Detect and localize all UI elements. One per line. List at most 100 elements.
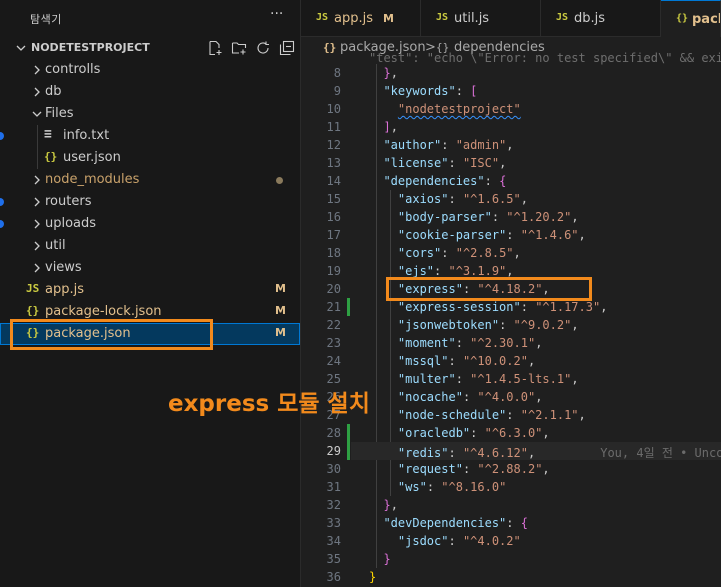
project-header[interactable]: NODETESTPROJECT <box>0 37 300 59</box>
tree-item-label: controlls <box>45 62 101 77</box>
code-line-text: "dependencies": { <box>383 174 507 188</box>
tree-item-label: uploads <box>45 216 97 231</box>
code-line-text: "devDependencies": { <box>383 516 528 530</box>
code-line-text: "jsonwebtoken": "^9.0.2", <box>397 318 579 332</box>
code-line-text: } <box>369 570 377 584</box>
code-line-text: "oracledb": "^6.3.0", <box>397 426 550 440</box>
line-number: 19 <box>326 264 341 278</box>
line-number: 17 <box>326 228 341 242</box>
code-editor[interactable]: "test": "echo \"Error: no test specified… <box>301 51 721 587</box>
chevron-right-icon <box>34 197 40 207</box>
tree-item-label: node_modules <box>45 172 140 187</box>
tree-item-label: user.json <box>63 150 121 165</box>
more-actions-icon[interactable]: ··· <box>270 6 283 22</box>
line-number: 23 <box>326 336 341 350</box>
tree-item-db[interactable]: db <box>0 81 300 103</box>
chevron-right-icon <box>34 175 40 185</box>
json-file-icon: {} <box>44 150 58 163</box>
json-file-icon: {} <box>676 13 689 24</box>
tree-item-user-json[interactable]: {} user.json <box>0 147 300 169</box>
line-number: 22 <box>326 318 341 332</box>
tab-app-js[interactable]: JS app.js M <box>301 0 421 37</box>
line-number: 33 <box>326 516 341 530</box>
code-line: 14 "dependencies": { <box>301 172 721 190</box>
tab-label: pack <box>692 12 720 27</box>
code-line-text: "node-schedule": "^2.1.1", <box>397 408 586 422</box>
line-number: 30 <box>326 462 341 476</box>
line-number: 12 <box>326 138 341 152</box>
line-number: 36 <box>326 570 341 584</box>
code-line: 22 "jsonwebtoken": "^9.0.2", <box>301 316 721 334</box>
code-line-text: "keywords": [ <box>383 84 478 98</box>
json-file-icon: {} <box>26 304 40 317</box>
tree-item-node-modules[interactable]: node_modules <box>0 169 300 191</box>
project-name: NODETESTPROJECT <box>31 41 150 54</box>
line-number: 28 <box>326 426 341 440</box>
tree-item-util[interactable]: util <box>0 235 300 257</box>
tab-label: util.js <box>454 11 490 26</box>
tree-item-uploads[interactable]: uploads <box>0 213 300 235</box>
new-folder-icon[interactable] <box>231 40 247 56</box>
line-number: 13 <box>326 156 341 170</box>
tree-item-info-txt[interactable]: ≡ info.txt <box>0 125 300 147</box>
tree-item-views[interactable]: views <box>0 257 300 279</box>
code-line-text: "body-parser": "^1.20.2", <box>397 210 579 224</box>
line-number: 24 <box>326 354 341 368</box>
code-line: 32 }, <box>301 496 721 514</box>
tree-item-label: util <box>45 238 66 253</box>
code-line: 18 "cors": "^2.8.5", <box>301 244 721 262</box>
tree-item-controlls[interactable]: controlls <box>0 59 300 81</box>
collapse-all-icon[interactable] <box>279 40 295 56</box>
text-file-icon: ≡ <box>44 127 52 142</box>
line-number: 8 <box>333 66 341 80</box>
tree-item-label: views <box>45 260 82 275</box>
code-line-text: "multer": "^1.4.5-lts.1", <box>397 372 579 386</box>
code-line-text: "test": "echo \"Error: no test specified… <box>369 51 721 65</box>
chevron-right-icon <box>34 219 40 229</box>
ignored-dot-icon <box>276 177 283 184</box>
code-line-text: "axios": "^1.6.5", <box>397 192 528 206</box>
tab-pack[interactable]: {}pack <box>661 0 721 37</box>
tree-item-label: app.js <box>45 282 84 297</box>
code-line-text: } <box>383 552 391 566</box>
code-line: 28 "oracledb": "^6.3.0", <box>301 424 721 442</box>
line-number: 20 <box>326 282 341 296</box>
code-line-text: "ws": "^8.16.0" <box>397 480 507 494</box>
code-line-text: "cookie-parser": "^1.4.6", <box>397 228 586 242</box>
chevron-right-icon <box>34 263 40 273</box>
code-line: 35 } <box>301 550 721 568</box>
code-line: 12 "author": "admin", <box>301 136 721 154</box>
line-number: 15 <box>326 192 341 206</box>
tree-item-label: Files <box>45 106 74 121</box>
line-number: 29 <box>326 444 341 458</box>
line-number: 21 <box>326 300 341 314</box>
tree-item-files[interactable]: Files <box>0 103 300 125</box>
tab-label: db.js <box>574 11 606 26</box>
code-line: 11 ], <box>301 118 721 136</box>
js-file-icon: JS <box>26 282 40 295</box>
code-line-text: "redis": "^4.6.12", You, 4일 전 • Uncommit… <box>369 444 721 461</box>
tab-util-js[interactable]: JS util.js <box>421 0 541 37</box>
code-line-text: "author": "admin", <box>383 138 514 152</box>
code-line-text: "express-session": "^1.17.3", <box>397 300 608 314</box>
code-line: 15 "axios": "^1.6.5", <box>301 190 721 208</box>
explorer-sidebar: 탐색기 ··· NODETESTPROJECT controlls db Files… <box>0 0 301 587</box>
code-line-text: "license": "ISC", <box>383 156 507 170</box>
tree-item-label: db <box>45 84 62 99</box>
tree-item-label: routers <box>45 194 92 209</box>
line-number: 32 <box>326 498 341 512</box>
code-line: 16 "body-parser": "^1.20.2", <box>301 208 721 226</box>
code-line-text: "nocache": "^4.0.0", <box>397 390 543 404</box>
new-file-icon[interactable] <box>207 40 223 56</box>
line-number: 16 <box>326 210 341 224</box>
tree-item-routers[interactable]: routers <box>0 191 300 213</box>
tree-item-app-js[interactable]: JS app.js M <box>0 279 300 301</box>
git-modified-badge: M <box>275 326 286 339</box>
tab-db-js[interactable]: JS db.js <box>541 0 661 37</box>
line-number: 14 <box>326 174 341 188</box>
git-modified-badge: M <box>275 304 286 317</box>
refresh-icon[interactable] <box>255 40 271 56</box>
code-line: 23 "moment": "^2.30.1", <box>301 334 721 352</box>
code-line: 13 "license": "ISC", <box>301 154 721 172</box>
line-number: 35 <box>326 552 341 566</box>
